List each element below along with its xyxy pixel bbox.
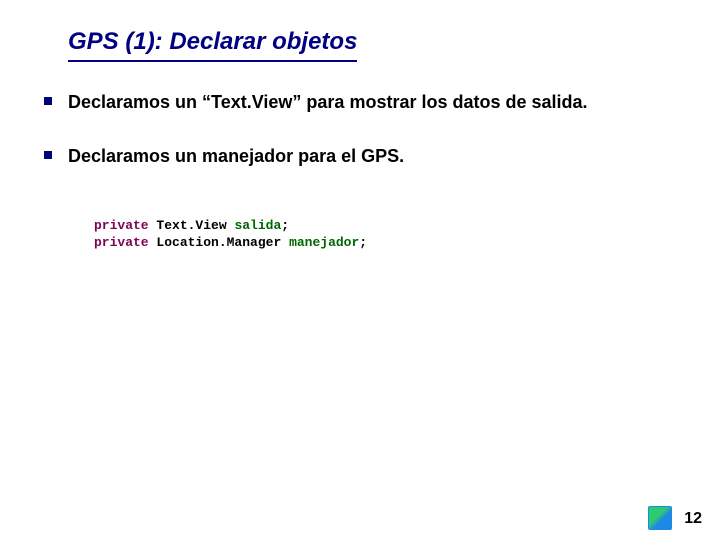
code-keyword: private [94,218,149,233]
list-item: Declaramos un “Text.View” para mostrar l… [68,90,680,114]
code-keyword: private [94,235,149,250]
code-class: Location.Manager [156,235,281,250]
code-punct: ; [281,218,289,233]
list-item: Declaramos un manejador para el GPS. [68,144,680,168]
code-punct: ; [359,235,367,250]
code-block: private Text.View salida; private Locati… [94,217,680,252]
bullet-list: Declaramos un “Text.View” para mostrar l… [68,90,680,169]
slide-logo-icon [648,506,672,530]
page-number: 12 [684,510,702,528]
slide: GPS (1): Declarar objetos Declaramos un … [0,0,720,540]
bullet-text: Declaramos un manejador para el GPS. [68,146,404,166]
code-class: Text.View [156,218,226,233]
code-variable: salida [234,218,281,233]
bullet-text: Declaramos un “Text.View” para mostrar l… [68,92,588,112]
page-title: GPS (1): Declarar objetos [68,28,357,62]
code-variable: manejador [289,235,359,250]
